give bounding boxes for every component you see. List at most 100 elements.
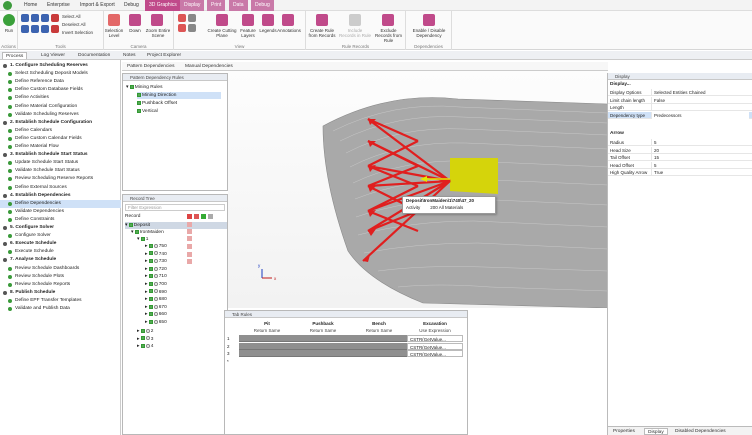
tab-enterprise[interactable]: Enterprise (47, 2, 70, 8)
tree-node-deposit[interactable]: ▾ Deposit (125, 222, 227, 229)
property-row[interactable]: Radius 5 (608, 139, 752, 146)
process-step[interactable]: Review Schedule Dashboards (0, 265, 121, 273)
process-section-header[interactable]: 8. Publish Schedule (0, 289, 121, 297)
rules-column-header[interactable]: Pushback (295, 320, 351, 327)
col-icon-red[interactable] (187, 214, 192, 219)
tree-node-mining-direction[interactable]: Mining Direction (137, 92, 221, 99)
tree-node-pit[interactable]: ▸ 2 (137, 328, 153, 335)
rules-column-mode[interactable]: Return Same (239, 327, 295, 334)
excavation-expression-cell[interactable]: CSTR(GetValue... (407, 335, 463, 342)
process-step[interactable]: Define Reference Data (0, 78, 121, 86)
process-section-header[interactable]: 7. Analyse Schedule (0, 256, 121, 264)
process-step[interactable]: Validate and Publish Data (0, 305, 121, 313)
tab-import-export[interactable]: Import & Export (80, 2, 115, 8)
process-step[interactable]: Define Custom Calendar Fields (0, 135, 121, 143)
select-pick-icon[interactable] (21, 25, 29, 33)
rules-column-mode[interactable]: Return Same (295, 327, 351, 334)
property-row[interactable]: Length (608, 104, 752, 112)
process-section-header[interactable]: 5. Configure Solver (0, 224, 121, 232)
zoom-entire-scene-icon[interactable] (151, 14, 163, 26)
process-step[interactable]: Define EPF Transfer Templates (0, 297, 121, 305)
tab-3d-graphics[interactable]: 3D Graphics (145, 0, 181, 11)
clear-icon[interactable] (51, 25, 59, 33)
view-toggle-icon[interactable] (178, 14, 186, 22)
tab-print[interactable]: Print (207, 0, 226, 11)
3d-viewport[interactable]: y x Deposit\IronMaiden\1\740\47_20 Activ… (228, 71, 609, 309)
tab-log-viewer[interactable]: Log Viewer (38, 52, 68, 59)
tree-node-pit[interactable]: ▸ 3 (137, 336, 153, 343)
process-step[interactable]: Define Activities (0, 94, 121, 102)
tree-node-1[interactable]: ▾ 1 (137, 236, 148, 243)
property-row[interactable]: Dependency type Predecessors (608, 111, 752, 119)
select-all-button[interactable]: Select All (62, 14, 81, 19)
rules-row-cells[interactable] (239, 342, 407, 350)
tab-debug-2[interactable]: Debug (251, 0, 274, 11)
select-arrow-icon[interactable] (21, 14, 29, 22)
tree-node-bench[interactable]: ▸ 700 (145, 281, 167, 288)
create-rule-from-records-button[interactable]: Create Rule from Records (306, 28, 338, 38)
tab-process[interactable]: Process (2, 52, 28, 59)
enable-disable-icon[interactable] (423, 14, 435, 26)
process-step[interactable]: Validate Scheduling Reserves (0, 111, 121, 119)
tree-node-bench[interactable]: ▸ 740 (145, 251, 167, 258)
tree-node-bench[interactable]: ▸ 690 (145, 289, 167, 296)
tree-node-bench[interactable]: ▸ 680 (145, 296, 167, 303)
deselect-icon[interactable] (51, 14, 59, 22)
invert-selection-button[interactable]: Invert Selection (62, 30, 93, 35)
selected-block[interactable] (450, 158, 498, 194)
property-row[interactable]: Head Size 20 (608, 146, 752, 154)
process-step[interactable]: Review Schedule Reports (0, 281, 121, 289)
down-button[interactable]: Down (126, 28, 144, 33)
run-icon[interactable] (3, 14, 15, 26)
col-icon-grey[interactable] (208, 214, 213, 219)
property-value[interactable]: 5 (651, 161, 749, 169)
rules-column-mode[interactable]: Use Expression (407, 327, 463, 334)
property-value[interactable] (651, 104, 749, 112)
selection-level-button[interactable]: Selection Level (104, 28, 124, 38)
process-section-header[interactable]: 2. Establish Schedule Configuration (0, 119, 121, 127)
process-step[interactable]: Define Constraints (0, 216, 121, 224)
enable-disable-dependency-button[interactable]: Enable / Disable Dependency (406, 28, 452, 38)
col-icon-red-2[interactable] (194, 214, 199, 219)
process-step[interactable]: Validate Schedule Start Status (0, 167, 121, 175)
process-step[interactable]: Define Material Configuration (0, 103, 121, 111)
zoom-entire-scene-button[interactable]: Zoom Entire Scene (144, 28, 172, 38)
tree-node-bench[interactable]: ▸ 660 (145, 311, 167, 318)
rules-row-cells[interactable] (239, 350, 407, 357)
tree-node-vertical[interactable]: Vertical (137, 108, 158, 115)
process-step[interactable]: Review Scheduling Reserve Reports (0, 175, 121, 183)
tab-display[interactable]: Display (180, 0, 205, 11)
property-value[interactable]: Selected Entities Chained (651, 89, 749, 96)
col-icon-green[interactable] (201, 214, 206, 219)
excavation-expression-cell[interactable]: CSTR(GetValue... (407, 342, 463, 350)
rules-column-header[interactable]: Bench (351, 320, 407, 327)
tab-display-panel[interactable]: Display (644, 428, 668, 435)
excavation-expression-cell[interactable]: CSTR(GetValue... (407, 350, 463, 357)
process-section-header[interactable]: 3. Establish Schedule Start Status (0, 151, 121, 159)
selection-level-icon[interactable] (108, 14, 120, 26)
rules-row-cells[interactable] (239, 335, 407, 342)
select-polygon-icon[interactable] (41, 25, 49, 33)
process-step[interactable]: Execute Schedule (0, 248, 121, 256)
tree-node-pushback-offset[interactable]: Pushback Offset (137, 100, 177, 107)
tab-documentation[interactable]: Documentation (75, 52, 113, 59)
process-step[interactable]: Validate Dependencies (0, 208, 121, 216)
tab-project-explorer[interactable]: Project Explorer (144, 52, 184, 59)
property-row[interactable]: Display Options Selected Entities Chained (608, 89, 752, 96)
app-menu-icon[interactable] (3, 1, 12, 10)
annotations-button[interactable]: Annotations (274, 28, 304, 33)
tab-disabled-dependencies[interactable]: Disabled Dependencies (672, 428, 729, 435)
select-box-icon[interactable] (31, 14, 39, 22)
property-value[interactable]: False (651, 96, 749, 104)
process-section-header[interactable]: 4. Establish Dependencies (0, 192, 121, 200)
process-step[interactable]: Define External Sources (0, 184, 121, 192)
process-step[interactable]: Define Custom Database Fields (0, 86, 121, 94)
rules-column-mode[interactable]: Return Same (351, 327, 407, 334)
process-step[interactable]: Define Material Flow (0, 143, 121, 151)
tab-pattern-dependencies[interactable]: Pattern Dependencies (124, 63, 177, 70)
view-options-2-icon[interactable] (188, 24, 196, 32)
tab-home[interactable]: Home (24, 2, 37, 8)
exclude-records-icon[interactable] (382, 14, 394, 26)
view-toggle-2-icon[interactable] (178, 24, 186, 32)
tab-properties[interactable]: Properties (610, 428, 638, 435)
